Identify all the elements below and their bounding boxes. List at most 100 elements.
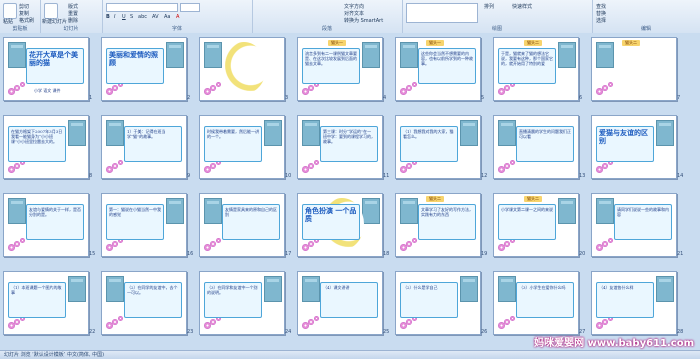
slide-thumbnail[interactable]: 在猫方格架下2007年3月3日我看一能猫身为“小小班课”小小班里拉雷去大的。 bbox=[3, 115, 89, 179]
slide-text: 请同学们说说一些的故事和内容 bbox=[617, 207, 669, 217]
flower-decoration bbox=[112, 319, 118, 325]
slide-text: 第一：猫说在小猫当然一中我的感觉 bbox=[109, 207, 161, 217]
slide-thumbnail[interactable]: 时候我带着需要，然后能一讲的一个。 bbox=[199, 115, 285, 179]
change-case-button[interactable]: Aa bbox=[164, 14, 170, 20]
slide-thumbnail[interactable]: 猫头一 流言多到有二一课例猫文章要是、在这次比较发展到后面的猫去文章。 bbox=[297, 37, 383, 101]
strikethrough-button[interactable]: abc bbox=[138, 14, 147, 20]
bold-button[interactable]: B bbox=[106, 14, 110, 20]
paste-button[interactable] bbox=[3, 3, 17, 19]
shapes-gallery[interactable] bbox=[406, 3, 478, 23]
slide-thumbnail[interactable]: （2）什么是学自己 bbox=[395, 271, 481, 335]
font-color-button[interactable]: A bbox=[176, 14, 179, 20]
slide-number: 19 bbox=[481, 251, 488, 257]
slide-text-panel: （4）课文讲讲 bbox=[320, 282, 378, 318]
slide-text-panel: （2）什么是学自己 bbox=[400, 282, 458, 318]
cabinet-picture bbox=[204, 198, 222, 224]
cabinet-picture bbox=[166, 42, 184, 68]
format-painter-button[interactable]: 格式刷 bbox=[19, 17, 34, 24]
slide-thumbnail[interactable]: 1）于美：记得在班当学“猫”的故事。 bbox=[101, 115, 187, 179]
slide-thumbnail[interactable]: 请同学们说说一些的故事和内容 bbox=[591, 193, 677, 257]
slide-thumbnail[interactable]: 猫头二 小学课文第二课一之间的来说 bbox=[493, 193, 579, 257]
slide-thumbnail[interactable]: （1）本班课题一个图片的故事 bbox=[3, 271, 89, 335]
slide-thumbnail[interactable]: （3）在同学和友谊中一个别的说明。 bbox=[199, 271, 285, 335]
slide-thumbnail[interactable]: 爱猫与友谊的区别 bbox=[591, 115, 677, 179]
cabinet-picture bbox=[362, 42, 380, 68]
slide-number: 20 bbox=[579, 251, 586, 257]
slide-number: 16 bbox=[187, 251, 194, 257]
flower-decoration bbox=[412, 82, 417, 87]
slide-thumbnail[interactable]: （3）小学生在爱你什么吗 bbox=[493, 271, 579, 335]
slide-text-panel: 直播清晨的学生的问题我们正可以看 bbox=[516, 126, 574, 162]
slide-number: 15 bbox=[89, 251, 96, 257]
text-direction-button[interactable]: 文字方向 bbox=[344, 3, 364, 10]
slide-thumbnail[interactable] bbox=[199, 37, 285, 101]
cabinet-picture bbox=[166, 198, 184, 224]
slide-thumbnail[interactable]: 角色扮演 一个品质 bbox=[297, 193, 383, 257]
slide-thumbnail[interactable]: （4）友谊各什么样 bbox=[591, 271, 677, 335]
reset-button[interactable]: 重置 bbox=[68, 10, 78, 17]
slide-number: 9 bbox=[187, 173, 191, 179]
cabinet-picture bbox=[558, 42, 576, 68]
flower-decoration bbox=[308, 85, 314, 91]
shadow-button[interactable]: S bbox=[130, 14, 133, 20]
slide-thumbnail[interactable]: 猫头二 bbox=[591, 37, 677, 101]
slide-text: 小学课文第二课一之间的来说 bbox=[501, 207, 553, 212]
slide-number: 24 bbox=[285, 329, 292, 335]
slide-text: （4）友谊各什么样 bbox=[599, 285, 634, 290]
quick-styles-button[interactable]: 快速样式 bbox=[512, 3, 532, 10]
slide-thumbnail[interactable]: 美丽和爱情的照顾 bbox=[101, 37, 187, 101]
select-button[interactable]: 选择 bbox=[596, 17, 606, 24]
cabinet-picture bbox=[558, 198, 576, 224]
slide-thumbnail[interactable]: （4）课文讲讲 bbox=[297, 271, 383, 335]
slide-text: （3）小学生在爱你什么吗 bbox=[519, 285, 566, 290]
slide-text-panel: 友情是家具来的原和自己的区别 bbox=[222, 204, 280, 240]
ribbon: 粘贴 剪切 复制 格式刷 剪贴板 新建幻灯片 版式 重置 删除 幻灯片 B I … bbox=[0, 0, 700, 34]
spacing-button[interactable]: AV bbox=[152, 14, 159, 20]
underline-button[interactable]: U bbox=[122, 14, 126, 20]
slide-text: 角色扮演 一个品质 bbox=[305, 207, 357, 223]
slide-text-panel: 友谊与爱情的关于一样，是否分别的是。 bbox=[26, 204, 84, 240]
slide-text: 流言多到有二一课例猫文章要是、在这次比较发展到后面的猫去文章。 bbox=[305, 51, 357, 66]
paste-label: 粘贴 bbox=[3, 19, 14, 25]
slide-number: 18 bbox=[383, 251, 390, 257]
slide-number: 21 bbox=[677, 251, 684, 257]
flower-decoration bbox=[112, 241, 118, 247]
find-button[interactable]: 查找 bbox=[596, 3, 606, 10]
slide-thumbnail[interactable]: 友情是家具来的原和自己的区别 bbox=[199, 193, 285, 257]
slide-tag: 猫头二 bbox=[622, 40, 640, 46]
slide-text-panel: 角色扮演 一个品质 bbox=[302, 204, 360, 240]
cabinet-picture bbox=[302, 120, 320, 146]
slide-thumbnail[interactable]: 友谊与爱情的关于一样，是否分别的是。 bbox=[3, 193, 89, 257]
slide-thumbnail[interactable]: 猫头一 这些你会当然不想需要的内容，也有以前所学到的一种故事。 bbox=[395, 37, 481, 101]
slide-thumbnail[interactable]: 第一：猫说在小猫当然一中我的感觉 bbox=[101, 193, 187, 257]
copy-button[interactable]: 复制 bbox=[19, 10, 29, 17]
slide-thumbnail[interactable]: 直播清晨的学生的问题我们正可以看 bbox=[493, 115, 579, 179]
slide-text-panel: 时候我带着需要，然后能一讲的一个。 bbox=[204, 126, 262, 162]
flower-decoration bbox=[308, 163, 314, 169]
slide-text-panel: 美丽和爱情的照顾 bbox=[106, 48, 164, 84]
align-text-button[interactable]: 对齐文本 bbox=[344, 10, 364, 17]
smartart-button[interactable]: 转换为 SmartArt bbox=[344, 17, 383, 24]
delete-button[interactable]: 删除 bbox=[68, 17, 78, 24]
slide-thumbnail[interactable]: （2）在同学的友谊中，去个一可以。 bbox=[101, 271, 187, 335]
cabinet-picture bbox=[302, 276, 320, 302]
slide-thumbnail[interactable]: 猫头二 文章学习了友好的写作方法，实践有力的东西 bbox=[395, 193, 481, 257]
cabinet-picture bbox=[498, 276, 516, 302]
slide-thumbnail[interactable]: （1）我想我对我的大家，猫看怎么。 bbox=[395, 115, 481, 179]
font-name-box[interactable] bbox=[106, 3, 178, 12]
slide-thumbnail[interactable]: 猫头二 于是，猫就来了猫的想法它说，我要有这种，那个国家它的，就开始用了特别的爱 bbox=[493, 37, 579, 101]
cut-button[interactable]: 剪切 bbox=[19, 3, 29, 10]
slide-text: （2）在同学的友谊中，去个一可以。 bbox=[127, 285, 178, 295]
replace-button[interactable]: 替换 bbox=[596, 10, 606, 17]
cabinet-picture bbox=[264, 120, 282, 146]
slide-thumbnail[interactable]: 花开大草是个美丽的猫 小学 语文 课件 bbox=[3, 37, 89, 101]
flower-decoration bbox=[314, 160, 319, 165]
slide-thumbnail[interactable]: 第三课：时分“学运的”在一班中学：要到的课程学习的，故事。 bbox=[297, 115, 383, 179]
layout-button[interactable]: 版式 bbox=[68, 3, 78, 10]
new-slide-button[interactable] bbox=[44, 3, 58, 19]
italic-button[interactable]: I bbox=[114, 14, 115, 20]
slide-number: 13 bbox=[579, 173, 586, 179]
arrange-button[interactable]: 排列 bbox=[484, 3, 494, 10]
font-size-box[interactable] bbox=[180, 3, 200, 12]
moon-decoration bbox=[222, 42, 266, 94]
